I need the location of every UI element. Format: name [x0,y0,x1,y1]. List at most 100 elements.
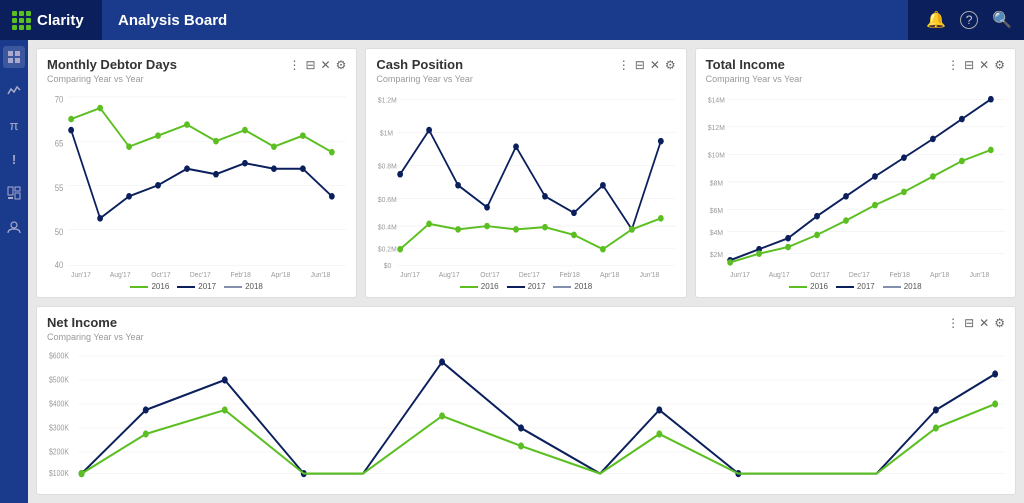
more-icon[interactable]: ⋮ [288,58,300,72]
chart-legend: 2016 2017 2018 [47,282,346,291]
svg-text:$6M: $6M [710,205,723,215]
close-icon[interactable]: ✕ [979,316,989,330]
svg-text:Dec'17: Dec'17 [519,269,540,279]
svg-text:Feb'18: Feb'18 [889,269,909,279]
bell-icon[interactable]: 🔔 [926,10,946,30]
chart-subtitle: Comparing Year vs Year [47,74,346,84]
main-content: Monthly Debtor Days ⋮ ⊟ ✕ ⚙ Comparing Ye… [28,40,1024,503]
svg-text:40: 40 [55,259,64,270]
chart-actions: ⋮ ⊟ ✕ ⚙ [947,58,1005,72]
chart-subtitle: Comparing Year vs Year [376,74,675,84]
svg-text:Oct'17: Oct'17 [481,269,500,279]
more-icon[interactable]: ⋮ [947,58,959,72]
svg-text:$1M: $1M [380,128,393,138]
svg-text:$10M: $10M [708,150,725,160]
sidebar-item-dashboard[interactable] [3,182,25,204]
sidebar-item-user[interactable] [3,216,25,238]
cash-position-title: Cash Position [376,57,463,72]
print-icon[interactable]: ⊟ [305,58,315,72]
chart-area: $1.2M $1M $0.8M $0.6M $0.4M $0.2M $0 [376,86,675,279]
svg-text:65: 65 [55,138,64,149]
sidebar-item-formula[interactable]: π [3,114,25,136]
top-icons: 🔔 ? 🔍 [926,10,1012,30]
monthly-debtor-days-title: Monthly Debtor Days [47,57,177,72]
chart-actions: ⋮ ⊟ ✕ ⚙ [947,316,1005,330]
close-icon[interactable]: ✕ [321,58,331,72]
logo-area: Clarity [12,11,92,30]
svg-text:70: 70 [55,94,64,105]
print-icon[interactable]: ⊟ [964,58,974,72]
svg-text:Jun'17: Jun'17 [730,269,750,279]
svg-text:$12M: $12M [708,123,725,133]
svg-text:$0.2M: $0.2M [378,244,397,254]
sidebar: π ! [0,40,28,503]
svg-text:$14M: $14M [708,95,725,105]
sidebar-item-alert[interactable]: ! [3,148,25,170]
chart-subtitle: Comparing Year vs Year [47,332,1005,342]
svg-text:$400K: $400K [49,399,70,409]
chart-header: Monthly Debtor Days ⋮ ⊟ ✕ ⚙ [47,57,346,72]
svg-text:$300K: $300K [49,423,70,433]
settings-icon[interactable]: ⚙ [994,316,1005,330]
legend-2017: 2017 [836,282,875,291]
legend-2017: 2017 [177,282,216,291]
svg-text:Dec'17: Dec'17 [190,269,211,279]
sidebar-item-analytics[interactable] [3,80,25,102]
chart-actions: ⋮ ⊟ ✕ ⚙ [288,58,346,72]
more-icon[interactable]: ⋮ [947,316,959,330]
chart-area: $600K $500K $400K $300K $200K $100K [47,344,1005,488]
chart-subtitle: Comparing Year vs Year [706,74,1005,84]
svg-text:$200K: $200K [49,447,70,457]
svg-text:$0: $0 [384,261,392,271]
svg-text:Aug'17: Aug'17 [768,269,789,279]
close-icon[interactable]: ✕ [979,58,989,72]
svg-text:Apr'18: Apr'18 [930,269,949,279]
print-icon[interactable]: ⊟ [635,58,645,72]
top-row: Monthly Debtor Days ⋮ ⊟ ✕ ⚙ Comparing Ye… [36,48,1016,298]
sidebar-item-grid[interactable] [3,46,25,68]
svg-text:$0.6M: $0.6M [378,194,397,204]
more-icon[interactable]: ⋮ [618,58,630,72]
svg-text:Jun'17: Jun'17 [400,269,420,279]
legend-2017: 2017 [507,282,546,291]
svg-text:$600K: $600K [49,351,70,361]
legend-2016: 2016 [789,282,828,291]
legend-2016: 2016 [460,282,499,291]
legend-2018: 2018 [883,282,922,291]
page-title-area: Analysis Board [102,0,908,40]
svg-text:Feb'18: Feb'18 [230,269,250,279]
settings-icon[interactable]: ⚙ [336,58,347,72]
chart-header: Total Income ⋮ ⊟ ✕ ⚙ [706,57,1005,72]
settings-icon[interactable]: ⚙ [994,58,1005,72]
cash-position-card: Cash Position ⋮ ⊟ ✕ ⚙ Comparing Year vs … [365,48,686,298]
svg-text:$8M: $8M [710,178,723,188]
svg-text:$1.2M: $1.2M [378,95,397,105]
chart-header: Net Income ⋮ ⊟ ✕ ⚙ [47,315,1005,330]
svg-text:$4M: $4M [710,227,723,237]
svg-text:$0.4M: $0.4M [378,222,397,232]
net-income-card: Net Income ⋮ ⊟ ✕ ⚙ Comparing Year vs Yea… [36,306,1016,495]
svg-text:Aug'17: Aug'17 [110,269,131,279]
svg-text:Jun'18: Jun'18 [640,269,660,279]
legend-2018: 2018 [224,282,263,291]
legend-2016: 2016 [130,282,169,291]
svg-text:Jun'18: Jun'18 [311,269,331,279]
search-icon[interactable]: 🔍 [992,10,1012,30]
settings-icon[interactable]: ⚙ [665,58,676,72]
chart-actions: ⋮ ⊟ ✕ ⚙ [618,58,676,72]
svg-text:$500K: $500K [49,375,70,385]
legend-2018: 2018 [553,282,592,291]
svg-text:Dec'17: Dec'17 [849,269,870,279]
net-income-title: Net Income [47,315,117,330]
page-title: Analysis Board [118,12,227,29]
chart-header: Cash Position ⋮ ⊟ ✕ ⚙ [376,57,675,72]
chart-area: 70 65 55 50 40 Jun'17 Aug'17 Oct'17 Dec'… [47,86,346,279]
svg-text:$100K: $100K [49,468,70,478]
help-icon[interactable]: ? [960,11,978,29]
total-income-title: Total Income [706,57,785,72]
svg-text:Oct'17: Oct'17 [151,269,170,279]
top-bar: Clarity Analysis Board 🔔 ? 🔍 [0,0,1024,40]
svg-text:Oct'17: Oct'17 [810,269,829,279]
close-icon[interactable]: ✕ [650,58,660,72]
print-icon[interactable]: ⊟ [964,316,974,330]
